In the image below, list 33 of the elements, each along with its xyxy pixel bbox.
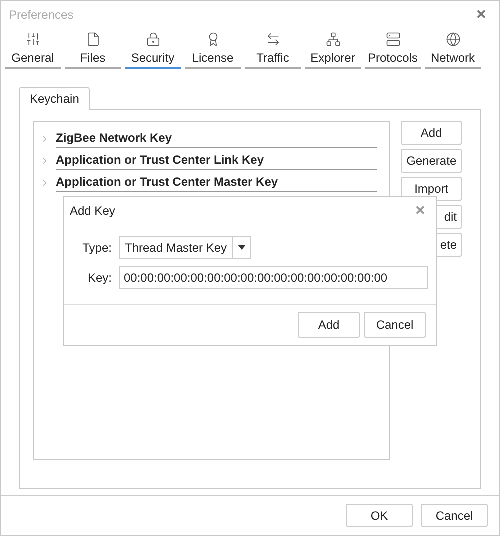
key-category[interactable]: ZigBee Network Key: [56, 130, 378, 148]
side-button[interactable]: Add: [401, 121, 462, 145]
key-category[interactable]: Application or Trust Center Master Key: [56, 174, 378, 192]
file-icon: [86, 32, 100, 47]
side-button[interactable]: Generate: [401, 149, 462, 173]
globe-icon: [446, 32, 460, 47]
toolbar-tab[interactable]: Explorer: [305, 29, 361, 69]
toolbar-tab[interactable]: Network: [425, 29, 481, 69]
toolbar-tab[interactable]: License: [185, 29, 241, 69]
tree-icon: [326, 32, 340, 47]
toolbar-tab[interactable]: Security: [125, 29, 181, 69]
toolbar-tab[interactable]: Traffic: [245, 29, 301, 69]
caret-icon: [238, 245, 246, 250]
panel-tab[interactable]: Keychain: [19, 87, 90, 110]
sliders-icon: [26, 32, 40, 47]
close-button[interactable]: ✕: [472, 5, 491, 25]
key-category[interactable]: Application or Trust Center Link Key: [56, 152, 378, 170]
arrows-icon: [266, 32, 280, 47]
toolbar-tab[interactable]: Files: [65, 29, 121, 69]
server-icon: [386, 32, 400, 47]
footer-button[interactable]: OK: [346, 504, 413, 527]
key-input[interactable]: 00:00:00:00:00:00:00:00:00:00:00:00:00:00:00:00: [119, 266, 428, 289]
dialog-button[interactable]: Add: [298, 312, 360, 338]
footer-button[interactable]: Cancel: [421, 504, 488, 527]
toolbar-tab[interactable]: Protocols: [365, 29, 421, 69]
dialog-button[interactable]: Cancel: [364, 312, 426, 338]
window-title: Preferences: [9, 7, 74, 24]
type-dropdown[interactable]: Thread Master Key: [119, 236, 252, 259]
dialog-title: Add Key: [70, 203, 116, 220]
field-label: Key:: [86, 270, 113, 286]
lock-icon: [146, 32, 160, 47]
toolbar-tab[interactable]: General: [5, 29, 61, 69]
field-label: Type:: [82, 240, 113, 256]
